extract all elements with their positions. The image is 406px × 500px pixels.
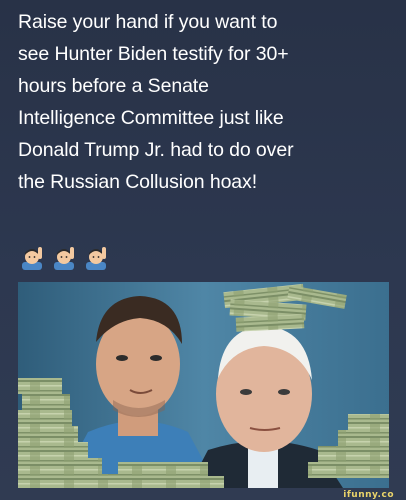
watermark: ifunny.co [343,490,394,500]
caption-line: see Hunter Biden testify for 30+ [18,43,289,65]
caption-line: Intelligence Committee just like [18,107,284,129]
meme-photo [18,282,389,488]
caption-line: Donald Trump Jr. had to do over [18,139,294,161]
meme-frame: Raise your hand if you want to see Hunte… [0,0,406,500]
caption-line: the Russian Collusion hoax! [18,171,258,193]
person-raising-hand-icon [84,246,108,270]
person-raising-hand-icon [52,246,76,270]
caption-line: Raise your hand if you want to [18,11,278,33]
emoji-row [20,246,108,272]
caption-line: hours before a Senate [18,75,209,97]
meme-caption: Raise your hand if you want to see Hunte… [18,6,390,198]
person-raising-hand-icon [20,246,44,270]
